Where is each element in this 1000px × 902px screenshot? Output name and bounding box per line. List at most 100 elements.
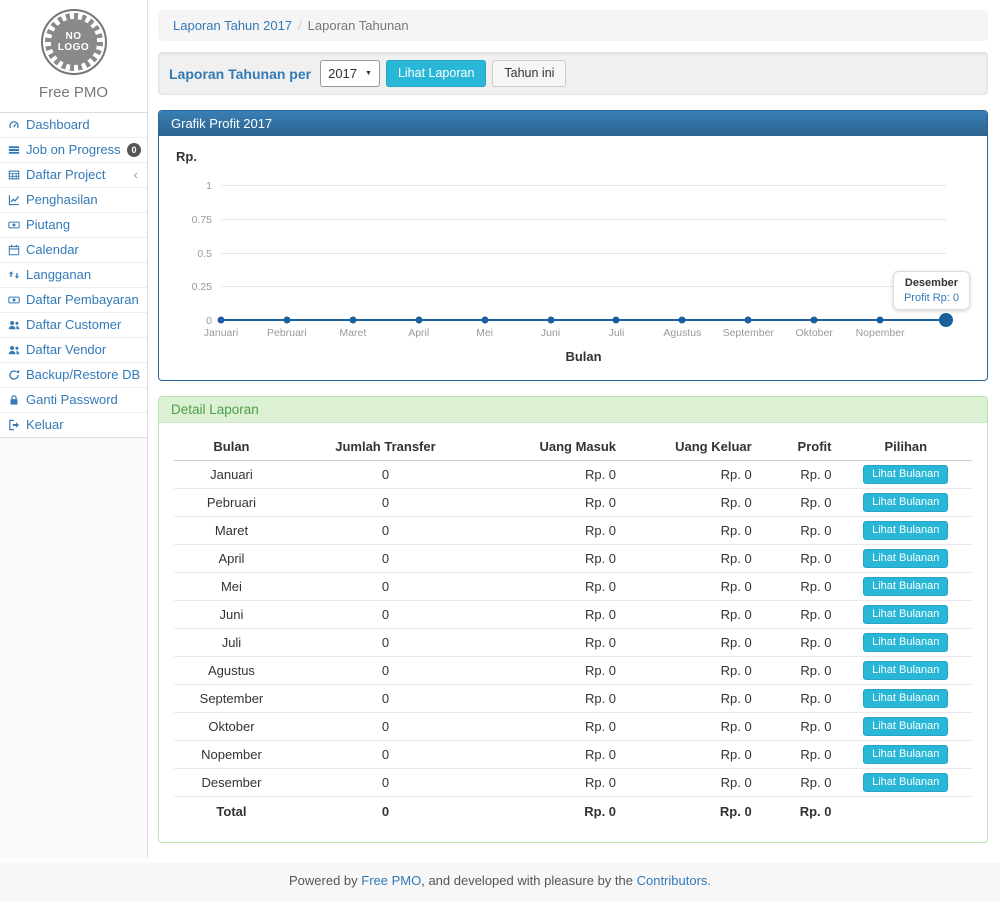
lihat-bulanan-button[interactable]: Lihat Bulanan: [863, 773, 948, 792]
lihat-bulanan-button[interactable]: Lihat Bulanan: [863, 577, 948, 596]
logo-line2: LOGO: [58, 42, 89, 54]
table-row: Juli0Rp. 0Rp. 0Rp. 0Lihat Bulanan: [174, 629, 972, 657]
data-point-september[interactable]: [745, 317, 752, 324]
lihat-bulanan-button[interactable]: Lihat Bulanan: [863, 521, 948, 540]
data-point-januari[interactable]: [218, 317, 225, 324]
cell-profit: Rp. 0: [760, 629, 840, 657]
tooltip-value: Profit Rp: 0: [904, 292, 959, 304]
cell-jumlah-transfer: 0: [289, 629, 482, 657]
cell-uang-masuk: Rp. 0: [482, 573, 624, 601]
sidebar-item-keluar[interactable]: Keluar: [0, 413, 147, 437]
sidebar-item-ganti-password[interactable]: Ganti Password: [0, 388, 147, 413]
sidebar-item-job-on-progress[interactable]: Job on Progress0: [0, 138, 147, 163]
sidebar-item-label: Calendar: [26, 242, 141, 258]
lihat-bulanan-button[interactable]: Lihat Bulanan: [863, 465, 948, 484]
grid-line: 0.25: [221, 286, 946, 287]
data-point-april[interactable]: [415, 317, 422, 324]
cell-profit: Rp. 0: [760, 769, 840, 797]
data-point-juli[interactable]: [613, 317, 620, 324]
table-row: Maret0Rp. 0Rp. 0Rp. 0Lihat Bulanan: [174, 517, 972, 545]
lihat-bulanan-button[interactable]: Lihat Bulanan: [863, 717, 948, 736]
free-pmo-link[interactable]: Free PMO: [361, 873, 421, 888]
x-tick-label: Juli: [609, 327, 625, 339]
y-tick-label: 0.75: [192, 214, 212, 226]
data-point-nopember[interactable]: [877, 317, 884, 324]
cell-uang-keluar: Rp. 0: [624, 601, 760, 629]
table-row: Oktober0Rp. 0Rp. 0Rp. 0Lihat Bulanan: [174, 713, 972, 741]
lihat-bulanan-button[interactable]: Lihat Bulanan: [863, 689, 948, 708]
x-tick-label: Maret: [339, 327, 366, 339]
cell-uang-keluar: Rp. 0: [624, 545, 760, 573]
logo-text: NO LOGO: [51, 19, 97, 65]
table-header-row: Bulan Jumlah Transfer Uang Masuk Uang Ke…: [174, 433, 972, 461]
cell-uang-keluar: Rp. 0: [624, 685, 760, 713]
chart-body: Rp. Desember Profit Rp: 0 10.750.50.250 …: [159, 136, 987, 380]
cell-jumlah-transfer: 0: [289, 601, 482, 629]
sidebar-item-langganan[interactable]: Langganan: [0, 263, 147, 288]
lihat-bulanan-button[interactable]: Lihat Bulanan: [863, 493, 948, 512]
cell-pilihan: Lihat Bulanan: [840, 769, 973, 797]
report-table-body: Januari0Rp. 0Rp. 0Rp. 0Lihat BulananPebr…: [174, 461, 972, 797]
data-point-desember[interactable]: [939, 313, 953, 327]
lock-icon: [7, 394, 21, 406]
breadcrumb-link[interactable]: Laporan Tahun 2017: [173, 18, 292, 33]
cell-uang-keluar: Rp. 0: [624, 489, 760, 517]
cell-uang-keluar: Rp. 0: [624, 657, 760, 685]
cell-profit: Rp. 0: [760, 461, 840, 489]
lihat-bulanan-button[interactable]: Lihat Bulanan: [863, 661, 948, 680]
lihat-bulanan-button[interactable]: Lihat Bulanan: [863, 549, 948, 568]
sidebar-item-daftar-customer[interactable]: Daftar Customer: [0, 313, 147, 338]
sidebar-item-label: Daftar Project: [26, 167, 129, 183]
users-icon: [7, 344, 21, 356]
lihat-laporan-button[interactable]: Lihat Laporan: [386, 60, 486, 87]
data-point-pebruari[interactable]: [283, 317, 290, 324]
table-row: Januari0Rp. 0Rp. 0Rp. 0Lihat Bulanan: [174, 461, 972, 489]
sidebar-item-label: Ganti Password: [26, 392, 141, 408]
lihat-bulanan-button[interactable]: Lihat Bulanan: [863, 633, 948, 652]
cell-jumlah-transfer: 0: [289, 489, 482, 517]
cell-bulan: Agustus: [174, 657, 289, 685]
sidebar-item-dashboard[interactable]: Dashboard: [0, 113, 147, 138]
page-footer: Powered by Free PMO, and developed with …: [0, 863, 1000, 902]
chart-tooltip: Desember Profit Rp: 0: [893, 271, 970, 310]
cell-bulan: Oktober: [174, 713, 289, 741]
col-header-pilihan: Pilihan: [840, 433, 973, 461]
logo-line1: NO: [66, 31, 82, 43]
cell-profit: Rp. 0: [760, 545, 840, 573]
sidebar-item-daftar-vendor[interactable]: Daftar Vendor: [0, 338, 147, 363]
contributors-link[interactable]: Contributors.: [637, 873, 711, 888]
brand-name: Free PMO: [0, 75, 147, 112]
sidebar-item-daftar-pembayaran[interactable]: Daftar Pembayaran: [0, 288, 147, 313]
cell-bulan: Juli: [174, 629, 289, 657]
table-icon: [7, 169, 21, 181]
year-select[interactable]: 2017 ▼: [320, 60, 380, 87]
data-point-maret[interactable]: [349, 317, 356, 324]
cell-uang-masuk: Rp. 0: [482, 741, 624, 769]
y-tick-label: 1: [206, 180, 212, 192]
lihat-bulanan-button[interactable]: Lihat Bulanan: [863, 745, 948, 764]
sidebar-item-penghasilan[interactable]: Penghasilan: [0, 188, 147, 213]
table-row: Juni0Rp. 0Rp. 0Rp. 0Lihat Bulanan: [174, 601, 972, 629]
sidebar-item-backup-restore-db[interactable]: Backup/Restore DB: [0, 363, 147, 388]
cell-pilihan: Lihat Bulanan: [840, 517, 973, 545]
cell-uang-masuk: Rp. 0: [482, 545, 624, 573]
cell-bulan: Nopember: [174, 741, 289, 769]
lihat-bulanan-button[interactable]: Lihat Bulanan: [863, 605, 948, 624]
sidebar-nav: DashboardJob on Progress0Daftar Project‹…: [0, 112, 147, 438]
data-point-mei[interactable]: [481, 317, 488, 324]
data-point-oktober[interactable]: [811, 317, 818, 324]
sidebar-item-piutang[interactable]: Piutang: [0, 213, 147, 238]
data-point-juni[interactable]: [547, 317, 554, 324]
sidebar-item-daftar-project[interactable]: Daftar Project‹: [0, 163, 147, 188]
tasks-icon: [7, 144, 21, 156]
sidebar-item-calendar[interactable]: Calendar: [0, 238, 147, 263]
cell-bulan: Juni: [174, 601, 289, 629]
table-row: Agustus0Rp. 0Rp. 0Rp. 0Lihat Bulanan: [174, 657, 972, 685]
tahun-ini-button[interactable]: Tahun ini: [492, 60, 566, 87]
total-empty-cell: [840, 797, 973, 827]
users-icon: [7, 319, 21, 331]
x-tick-label: Pebruari: [267, 327, 307, 339]
cell-pilihan: Lihat Bulanan: [840, 461, 973, 489]
data-point-agustus[interactable]: [679, 317, 686, 324]
filter-label: Laporan Tahunan per: [169, 66, 311, 82]
